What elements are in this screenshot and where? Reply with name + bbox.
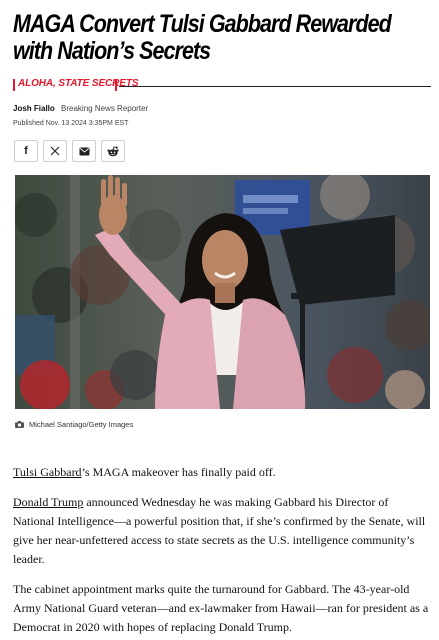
author-role: Breaking News Reporter bbox=[61, 104, 149, 113]
share-reddit-button[interactable] bbox=[101, 140, 125, 162]
article-paragraph-2: Donald Trump announced Wednesday he was … bbox=[13, 493, 431, 569]
x-icon bbox=[50, 146, 60, 156]
photo-illustration bbox=[15, 175, 430, 409]
photo-credit: Michael Santiago/Getty Images bbox=[15, 415, 133, 433]
article-paragraph-3: The cabinet appointment marks quite the … bbox=[13, 580, 431, 637]
link-tulsi-gabbard[interactable]: Tulsi Gabbard bbox=[13, 465, 82, 479]
article-headline: MAGA Convert Tulsi Gabbard Rewarded with… bbox=[13, 10, 392, 65]
share-x-button[interactable] bbox=[43, 140, 67, 162]
kicker-bar-right bbox=[115, 79, 117, 91]
section-kicker: ALOHA, STATE SECRETS bbox=[13, 78, 431, 92]
share-facebook-button[interactable]: f bbox=[14, 140, 38, 162]
photo-caption: Michael Santiago/Getty Images bbox=[29, 419, 134, 429]
link-donald-trump[interactable]: Donald Trump bbox=[13, 495, 83, 509]
article-photo[interactable] bbox=[15, 175, 430, 409]
byline: Josh Fiallo Breaking News Reporter bbox=[13, 104, 148, 113]
share-toolbar: f bbox=[14, 140, 125, 162]
facebook-icon: f bbox=[24, 145, 28, 157]
author-link[interactable]: Josh Fiallo bbox=[13, 104, 55, 113]
kicker-link[interactable]: ALOHA, STATE SECRETS bbox=[18, 78, 139, 89]
article-paragraph-1: Tulsi Gabbard’s MAGA makeover has finall… bbox=[13, 463, 431, 482]
kicker-bar-left bbox=[13, 79, 15, 91]
camera-icon bbox=[15, 415, 24, 433]
paragraph-1-text: ’s MAGA makeover has finally paid off. bbox=[81, 465, 276, 479]
reddit-icon bbox=[107, 145, 119, 157]
kicker-divider bbox=[119, 86, 431, 87]
publish-date: Published Nov. 13 2024 3:35PM EST bbox=[13, 120, 129, 127]
share-email-button[interactable] bbox=[72, 140, 96, 162]
paragraph-3-text: The cabinet appointment marks quite the … bbox=[13, 582, 429, 634]
email-icon bbox=[79, 147, 90, 156]
